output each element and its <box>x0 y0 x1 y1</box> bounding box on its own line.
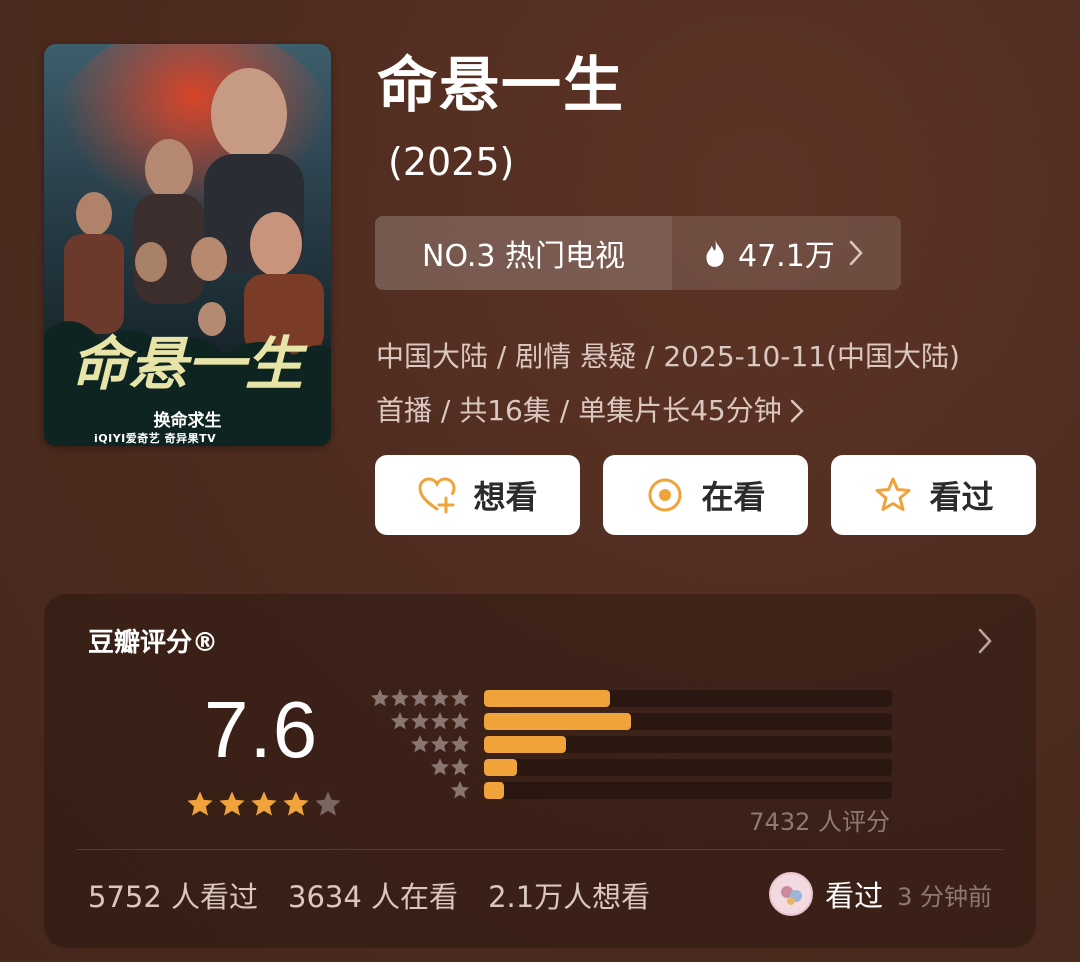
want-count: 2.1万人想看 <box>488 880 651 914</box>
distribution-bar-5-stars <box>484 690 611 707</box>
star-small-icon <box>431 734 449 752</box>
star-small-icon <box>451 734 469 752</box>
star-filled-icon <box>283 791 309 816</box>
want-button[interactable]: 想看 <box>375 455 580 535</box>
recent-time: 3 分钟前 <box>897 882 992 911</box>
star-small-icon <box>391 711 409 729</box>
distribution-bar-3-stars <box>484 736 566 753</box>
recent-label: 看过 <box>825 879 884 913</box>
distribution-bar-track <box>484 782 892 799</box>
distribution-bar-track <box>484 713 892 730</box>
star-filled-icon <box>187 791 213 816</box>
distribution-row-4-stars <box>364 709 470 732</box>
distribution-bar-track <box>484 759 892 776</box>
meta-line-1: 中国大陆 / 剧情 悬疑 / 2025-10-11(中国大陆) <box>376 340 960 373</box>
heat-value: 47.1万 <box>738 239 835 274</box>
heat-link[interactable]: 47.1万 <box>672 216 901 290</box>
divider <box>76 849 1004 850</box>
star-small-icon <box>451 757 469 775</box>
poster-calligraphy: 命悬一生 <box>71 330 308 398</box>
poster-tagline: 换命求生 <box>153 411 222 431</box>
meta-info[interactable]: 中国大陆 / 剧情 悬疑 / 2025-10-11(中国大陆) 首播 / 共16… <box>376 330 1046 438</box>
target-icon <box>648 478 682 512</box>
recent-activity[interactable]: 看过 3 分钟前 <box>769 872 992 916</box>
want-label: 想看 <box>473 478 538 516</box>
star-small-icon <box>451 688 469 706</box>
heart-plus-icon <box>418 477 456 514</box>
distribution-bar-2-stars <box>484 759 517 776</box>
distribution-row-5-stars <box>364 686 470 709</box>
rating-score: 7.6 <box>204 685 319 774</box>
watching-label: 在看 <box>701 478 766 516</box>
rating-stars <box>186 790 342 818</box>
release-year: (2025) <box>388 140 515 184</box>
distribution-row-3-stars <box>364 732 470 755</box>
star-small-icon <box>431 757 449 775</box>
star-filled-icon <box>219 791 245 816</box>
rating-title: 豆瓣评分® <box>88 628 219 658</box>
star-empty-icon <box>315 791 341 816</box>
star-small-icon <box>431 688 449 706</box>
distribution-row-1-stars <box>364 778 470 801</box>
poster-brand: iQIYI爱奇艺 奇异果TV <box>94 432 217 445</box>
star-small-icon <box>411 711 429 729</box>
star-outline-icon <box>875 477 911 511</box>
avatar <box>769 872 814 916</box>
distribution-bars <box>484 690 892 805</box>
distribution-bar-4-stars <box>484 713 631 730</box>
avatar-icon <box>781 886 803 905</box>
poster-image[interactable]: 命悬一生 换命求生 iQIYI爱奇艺 奇异果TV <box>44 44 331 446</box>
watching-count: 3634 人在看 <box>288 880 459 914</box>
star-small-icon <box>411 688 429 706</box>
watch-stats: 5752 人看过 3634 人在看 2.1万人想看 <box>88 874 650 916</box>
watched-button[interactable]: 看过 <box>831 455 1036 535</box>
rank-badge[interactable]: NO.3 热门电视 47.1万 <box>375 216 901 290</box>
fire-icon <box>706 239 724 267</box>
distribution-bar-1-stars <box>484 782 505 799</box>
star-filled-icon <box>251 791 277 816</box>
distribution-bar-track <box>484 736 892 753</box>
chevron-right-icon <box>849 240 863 266</box>
distribution-row-2-stars <box>364 755 470 778</box>
star-small-icon <box>371 688 389 706</box>
poster-artwork: 命悬一生 <box>44 44 331 446</box>
chevron-right-icon[interactable] <box>978 628 992 654</box>
page-title: 命悬一生 <box>377 51 625 121</box>
distribution-bar-track <box>484 690 892 707</box>
rating-count: 7432 人评分 <box>749 808 890 836</box>
star-small-icon <box>431 711 449 729</box>
chevron-right-icon <box>790 399 804 423</box>
rank-label: NO.3 热门电视 <box>375 216 672 290</box>
watched-label: 看过 <box>929 478 994 516</box>
watching-button[interactable]: 在看 <box>603 455 808 535</box>
watched-count: 5752 人看过 <box>88 880 259 914</box>
rating-card[interactable]: 豆瓣评分® 7.6 7432 人评分 5752 人看过 3634 人在看 2.1… <box>44 594 1036 948</box>
star-small-icon <box>411 734 429 752</box>
star-small-icon <box>451 780 469 798</box>
distribution-stars <box>364 686 470 801</box>
star-small-icon <box>391 688 409 706</box>
star-small-icon <box>451 711 469 729</box>
meta-line-2: 首播 / 共16集 / 单集片长45分钟 <box>376 394 782 427</box>
